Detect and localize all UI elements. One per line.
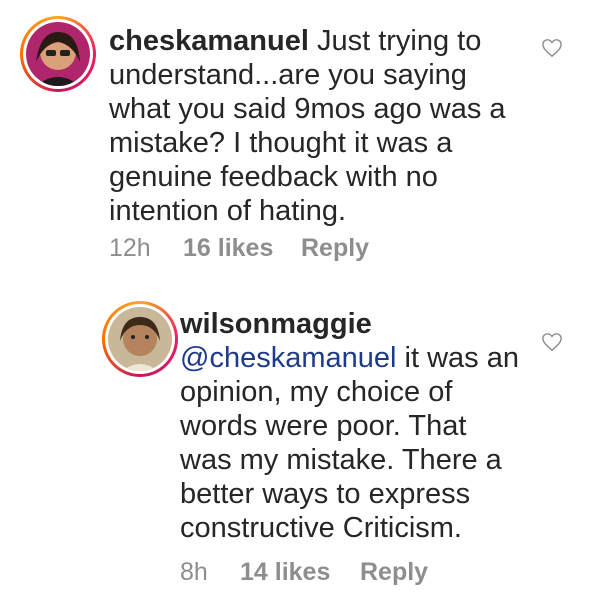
comment-body: wilsonmaggie @cheskamanuel it was an opi… <box>180 307 520 545</box>
comment-meta: 12h 16 likes Reply <box>109 234 369 263</box>
avatar-ring[interactable] <box>102 301 178 377</box>
avatar-ring[interactable] <box>20 16 96 92</box>
avatar[interactable] <box>108 307 172 371</box>
mention-link[interactable]: @cheskamanuel <box>180 342 396 374</box>
comment-cheskamanuel: cheskamanuel Just trying to understand..… <box>0 0 600 275</box>
timestamp: 8h <box>180 558 208 586</box>
timestamp: 12h <box>109 234 151 262</box>
reply-button[interactable]: Reply <box>360 558 428 587</box>
comment-meta: 8h 14 likes Reply <box>180 558 428 587</box>
likes-count[interactable]: 16 likes <box>183 234 301 263</box>
likes-count[interactable]: 14 likes <box>240 558 360 587</box>
username[interactable]: cheskamanuel <box>109 25 309 57</box>
heart-outline-icon[interactable] <box>541 332 563 352</box>
heart-outline-icon[interactable] <box>541 38 563 58</box>
comment-wilsonmaggie: wilsonmaggie @cheskamanuel it was an opi… <box>0 290 600 590</box>
avatar[interactable] <box>26 22 90 86</box>
comment-body: cheskamanuel Just trying to understand..… <box>109 24 509 228</box>
username[interactable]: wilsonmaggie <box>180 308 372 340</box>
reply-button[interactable]: Reply <box>301 234 369 263</box>
